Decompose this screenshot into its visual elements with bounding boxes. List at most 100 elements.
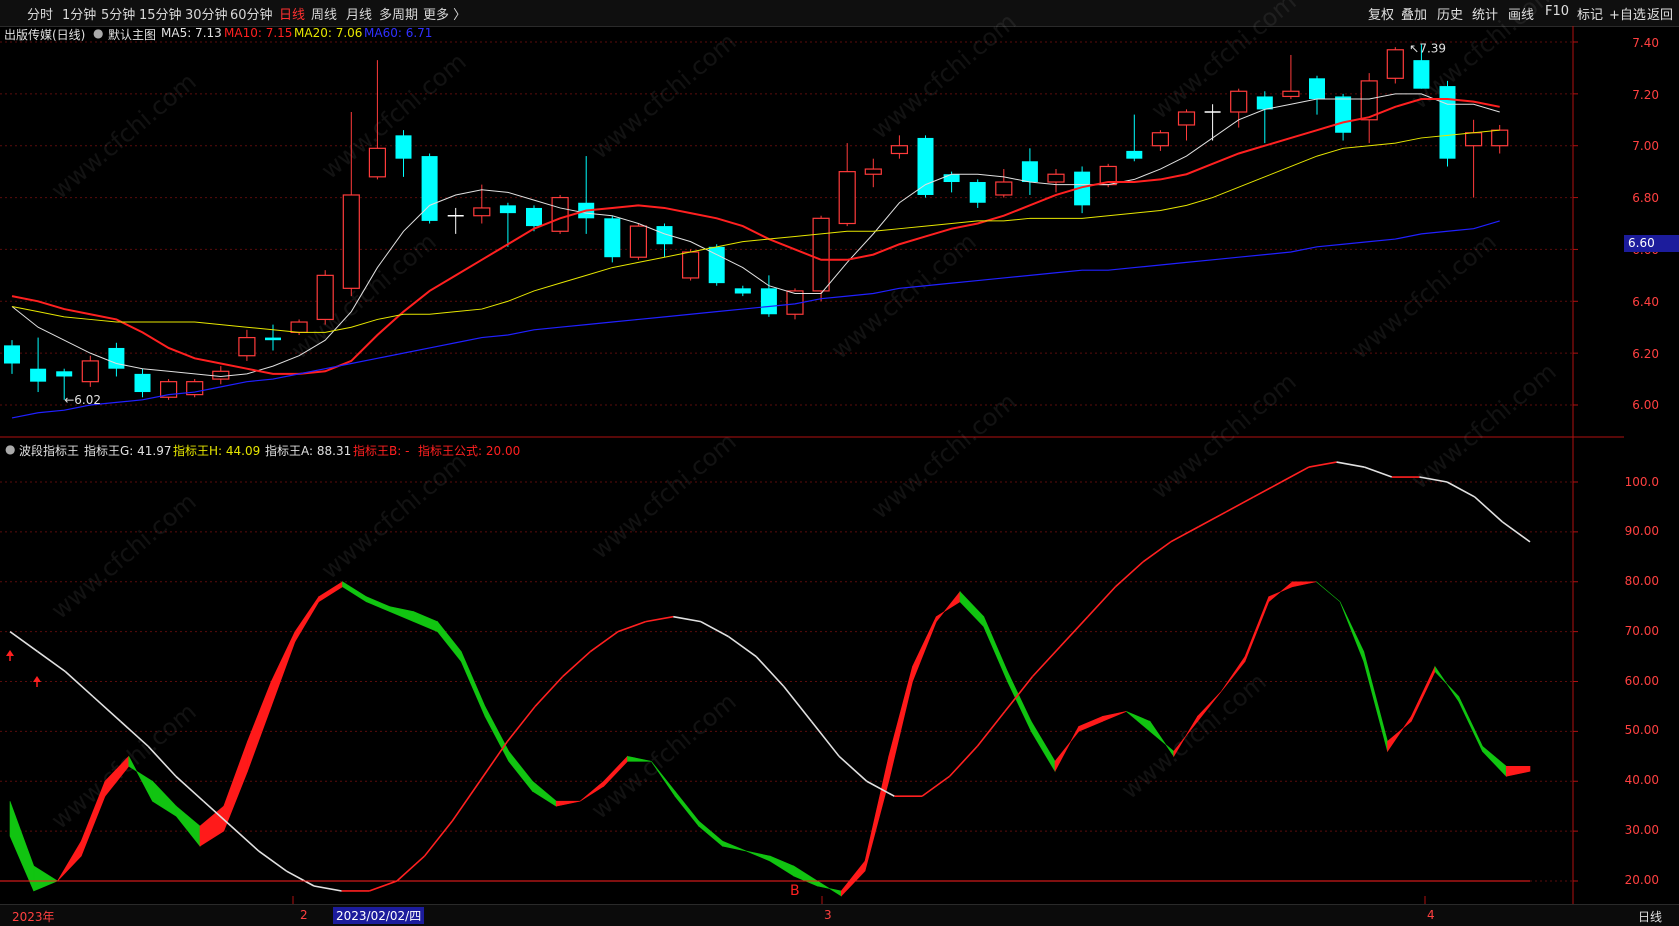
current-price-badge: 6.60: [1624, 235, 1679, 252]
date-tick-mar: 3: [824, 908, 832, 922]
indicator-a-line: [1363, 466, 1393, 478]
ma-line-ma5: [11, 93, 1500, 377]
wave-segment-up: [223, 741, 248, 832]
wave-segment-up: [57, 840, 82, 882]
candle-down: [1256, 96, 1273, 110]
indicator-a-line: [949, 745, 978, 777]
wave-segment-up: [912, 616, 937, 682]
date-axis: 2023年 2 2023/02/02/四 3 4 日线: [0, 904, 1679, 926]
candle-down: [917, 137, 934, 195]
indicator-tick: 30.00: [1624, 823, 1659, 837]
wave-segment-down: [1458, 696, 1483, 752]
candle-up: [1230, 90, 1248, 113]
candle-up: [629, 225, 648, 258]
candle-up: [1047, 173, 1065, 183]
candle-up: [1491, 129, 1509, 147]
indicator-a-line: [92, 695, 122, 722]
candle-up: [812, 217, 830, 292]
watermark-text: www.cfchi.com: [1346, 227, 1502, 364]
indicator-a-line: [728, 635, 757, 658]
wave-segment-up: [270, 631, 296, 707]
candle-up: [212, 370, 230, 380]
low-price-label: ←6.02: [64, 393, 101, 407]
indicator-a-line: [396, 855, 426, 882]
watermark-text: www.cfchi.com: [316, 447, 472, 584]
candle-up: [1151, 132, 1170, 147]
indicator-a-line: [534, 675, 564, 707]
indicator-tick: 60.00: [1624, 674, 1659, 688]
candle-down: [760, 288, 777, 315]
date-tick-2023: 2023年: [12, 910, 55, 924]
indicator-tick: 20.00: [1624, 873, 1659, 887]
wave-segment-up: [1102, 711, 1127, 722]
candle-down: [395, 135, 412, 159]
indicator-a-line: [838, 755, 868, 782]
indicator-a-line: [1197, 511, 1227, 528]
indicator-a-line: [976, 710, 1006, 747]
price-tick: 6.00: [1632, 398, 1659, 412]
wave-segment-up: [840, 860, 866, 897]
indicator-a-line: [285, 870, 315, 887]
indicator-a-line: [1280, 466, 1310, 483]
indicator-a-line: [562, 650, 591, 678]
wave-segment-up: [1244, 596, 1270, 662]
chart-canvas[interactable]: www.cfchi.com www.cfchi.com www.cfchi.com w…: [0, 0, 1679, 925]
wave-segment-up: [1505, 765, 1531, 777]
price-tick: 7.20: [1632, 88, 1659, 102]
indicator-a-line: [783, 685, 813, 722]
high-price-label: ↖7.39: [1409, 42, 1446, 56]
wave-segment-up: [318, 581, 343, 603]
wave-segment-up: [935, 590, 961, 623]
candle-down: [604, 218, 621, 258]
wave-segment-down: [769, 855, 795, 877]
wave-segment-down: [1434, 665, 1460, 703]
indicator-tick: 90.00: [1624, 524, 1659, 538]
wave-segment-down: [1007, 671, 1032, 732]
wave-segment-down: [817, 880, 842, 897]
candle-up: [864, 168, 882, 175]
wave-segment-up: [555, 800, 581, 807]
wave-segment-down: [746, 850, 771, 862]
wave-segment-up: [864, 756, 890, 872]
wave-segment-down: [9, 801, 35, 892]
candle-down: [265, 337, 281, 341]
wave-segment-down: [1030, 720, 1056, 773]
candle-up: [238, 336, 256, 357]
watermark-text: www.cfchi.com: [1146, 0, 1302, 125]
indicator-a-line: [700, 620, 729, 638]
wave-segment-down: [342, 581, 367, 603]
indicator-a-line: [479, 740, 509, 782]
price-tick: 6.80: [1632, 191, 1659, 205]
candle-up: [890, 145, 909, 155]
wave-segment-down: [437, 620, 462, 663]
indicator-a-line: [645, 615, 674, 623]
candle-down: [499, 205, 516, 214]
wave-segment-down: [674, 790, 700, 827]
indicator-a-line: [1336, 461, 1365, 468]
indicator-a-line: [1225, 496, 1255, 513]
candle-up: [368, 147, 386, 178]
candle-down: [734, 288, 751, 294]
date-tick-apr: 4: [1427, 908, 1435, 922]
indicator-a-line: [9, 630, 39, 653]
wave-segment-up: [888, 666, 913, 782]
watermark-text: www.cfchi.com: [286, 227, 442, 364]
candle-up: [681, 251, 700, 279]
candle-down: [1413, 60, 1430, 89]
indicator-a-line: [1253, 481, 1282, 498]
watermark-text: www.cfchi.com: [46, 67, 202, 204]
indicator-a-line: [258, 850, 287, 872]
price-tick: 6.40: [1632, 295, 1659, 309]
wave-segment-down: [1482, 745, 1507, 778]
indicator-a-line: [1142, 541, 1172, 563]
wave-segment-up: [1268, 581, 1293, 603]
indicator-a-line: [921, 775, 951, 797]
period-label: 日线: [1638, 910, 1663, 924]
indicator-a-line: [1114, 561, 1144, 588]
candle-down: [943, 174, 960, 183]
indicator-tick: 100.0: [1624, 475, 1659, 489]
indicator-a-line: [1031, 646, 1061, 678]
indicator-tick: 80.00: [1624, 574, 1659, 588]
wave-segment-down: [365, 596, 391, 613]
indicator-a-line: [1446, 481, 1476, 498]
